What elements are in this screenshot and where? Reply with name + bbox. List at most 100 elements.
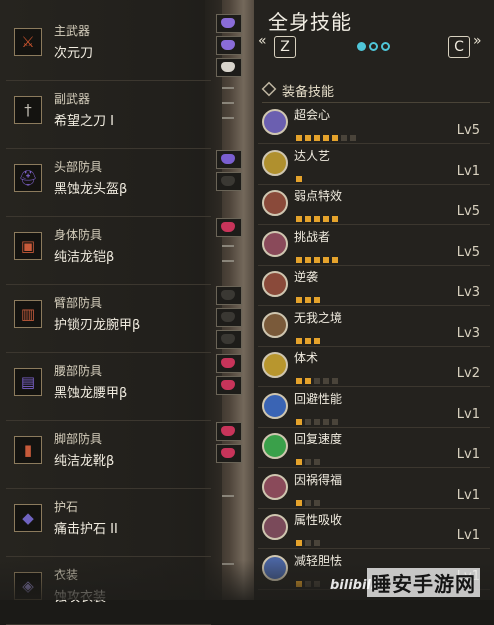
skill-row[interactable]: 逆袭 Lv3 — [258, 265, 490, 306]
nav-next-key[interactable]: C — [448, 36, 470, 58]
level-pip — [305, 297, 311, 303]
skill-level: Lv3 — [456, 325, 480, 341]
equipment-glyph: ▤ — [20, 372, 36, 391]
level-pip — [296, 175, 302, 182]
decoration-slot[interactable] — [216, 150, 242, 169]
skill-level-pips — [296, 531, 323, 546]
chest-armor-icon: ▣ — [14, 232, 42, 260]
equipment-skills-header: 装备技能 — [261, 78, 490, 103]
decoration-slot[interactable] — [216, 58, 242, 77]
skill-row[interactable]: 回避性能 Lv1 — [258, 387, 490, 428]
level-pip — [332, 216, 338, 222]
level-pip — [350, 135, 356, 141]
equipment-glyph: ⛑ — [18, 168, 38, 187]
nav-next-arrow[interactable]: » — [473, 33, 482, 61]
equipment-row[interactable]: ▣ 身体防具 纯洁龙铠β — [6, 218, 211, 285]
equipment-glyph: † — [24, 100, 32, 119]
constitution-icon — [262, 352, 288, 378]
decoration-slot[interactable] — [216, 444, 242, 463]
page-dot[interactable] — [381, 42, 390, 51]
decoration-slot[interactable] — [216, 308, 242, 327]
decoration-gem-icon — [221, 18, 235, 28]
level-pip — [314, 216, 320, 222]
leg-armor-icon: ▮ — [14, 436, 42, 464]
level-pip — [296, 459, 302, 465]
decoration-slot[interactable] — [216, 36, 242, 55]
nav-prev-key[interactable]: Z — [274, 36, 296, 58]
decoration-slot[interactable] — [216, 330, 242, 349]
equipment-type: 主武器 — [54, 24, 91, 38]
empty-slot[interactable] — [216, 490, 242, 502]
decoration-slot[interactable] — [216, 218, 242, 237]
equipment-name: 护锁刃龙腕甲β — [54, 318, 141, 333]
level-pip — [296, 418, 302, 425]
equipment-row[interactable]: ⛑ 头部防具黑蚀龙头盔β — [6, 150, 211, 217]
skill-name: 挑战者 — [294, 229, 331, 244]
skill-row[interactable]: 弱点特效 Lv5 — [258, 184, 490, 225]
skill-name: 回避性能 — [294, 391, 343, 406]
equipment-row[interactable]: † 副武器 希望之刀 I — [6, 82, 211, 149]
nav-prev-arrow[interactable]: « — [258, 33, 267, 61]
decoration-gem-icon — [221, 448, 235, 458]
skill-row[interactable]: 属性吸收 Lv1 — [258, 508, 490, 549]
equipment-type: 腰部防具 — [54, 364, 103, 378]
equipment-row[interactable]: ▥ 臂部防具 护锁刃龙腕甲β — [6, 286, 211, 353]
skill-row[interactable]: 达人艺 Lv1 — [258, 144, 490, 185]
level-pip — [305, 256, 311, 263]
level-pip — [323, 216, 329, 222]
skill-level: Lv5 — [456, 244, 480, 260]
empty-slot-dash — [222, 117, 234, 119]
recovery-speed-icon — [262, 433, 288, 459]
skill-level-pips — [296, 126, 359, 141]
skill-level-pips — [296, 410, 341, 425]
skill-row[interactable]: 超会心 Lv5 — [258, 103, 490, 144]
mastery-icon — [262, 149, 288, 176]
equipment-row[interactable]: ⚔ 主武器 次元刀 — [6, 14, 211, 81]
skill-level: Lv5 — [456, 204, 480, 219]
challenger-icon — [262, 230, 288, 257]
skill-row[interactable]: 体术 Lv2 — [258, 346, 490, 387]
empty-slot[interactable] — [216, 240, 242, 252]
level-pip — [305, 418, 311, 425]
empty-slot[interactable] — [216, 97, 242, 109]
skill-row[interactable]: 无我之境 Lv3 — [258, 306, 490, 347]
level-pip — [332, 418, 338, 425]
decoration-gem-icon — [221, 312, 235, 322]
equipment-glyph: ▮ — [23, 440, 33, 459]
empty-slot[interactable] — [216, 82, 242, 94]
decoration-slot[interactable] — [216, 14, 242, 33]
decoration-slot[interactable] — [216, 376, 242, 395]
element-absorb-icon — [262, 514, 288, 540]
equipment-row[interactable]: ▮ 脚部防具 纯洁龙靴β — [6, 422, 211, 489]
decoration-slot[interactable] — [216, 286, 242, 305]
decoration-gem-icon — [221, 380, 235, 390]
skill-row[interactable]: 因祸得福 Lv1 — [258, 468, 490, 509]
decoration-slot[interactable] — [216, 172, 242, 191]
level-pip — [314, 418, 320, 425]
skill-row[interactable]: 挑战者 Lv5 — [258, 225, 490, 266]
skill-name: 回复速度 — [294, 432, 343, 446]
decoration-slot[interactable] — [216, 422, 242, 441]
slot-column — [216, 354, 246, 398]
skill-level: Lv1 — [456, 528, 480, 543]
skill-row[interactable]: 回复速度 Lv1 — [258, 427, 490, 468]
page-dot[interactable] — [357, 42, 366, 51]
level-pip — [323, 378, 329, 384]
counterstrike-icon — [262, 271, 288, 297]
sword-icon: ⚔ — [14, 28, 42, 56]
equipment-type: 头部防具 — [54, 160, 103, 174]
decoration-slot[interactable] — [216, 354, 242, 373]
skill-level-pips — [296, 329, 323, 344]
empty-slot[interactable] — [216, 112, 242, 124]
blessing-icon — [262, 473, 288, 500]
page-dot[interactable] — [369, 42, 378, 51]
slot-column — [216, 422, 246, 466]
waist-armor-icon: ▤ — [14, 368, 42, 396]
equipment-type: 脚部防具 — [54, 432, 103, 446]
equipment-row[interactable]: ▤ 腰部防具 黑蚀龙腰甲β — [6, 354, 211, 421]
empty-slot[interactable] — [216, 255, 242, 267]
decoration-gem-icon — [221, 222, 235, 232]
equipment-row[interactable]: ◆ 护石 痛击护石 II — [6, 490, 211, 557]
equipment-name: 黑蚀龙头盔β — [54, 182, 128, 197]
level-pip — [332, 378, 338, 384]
